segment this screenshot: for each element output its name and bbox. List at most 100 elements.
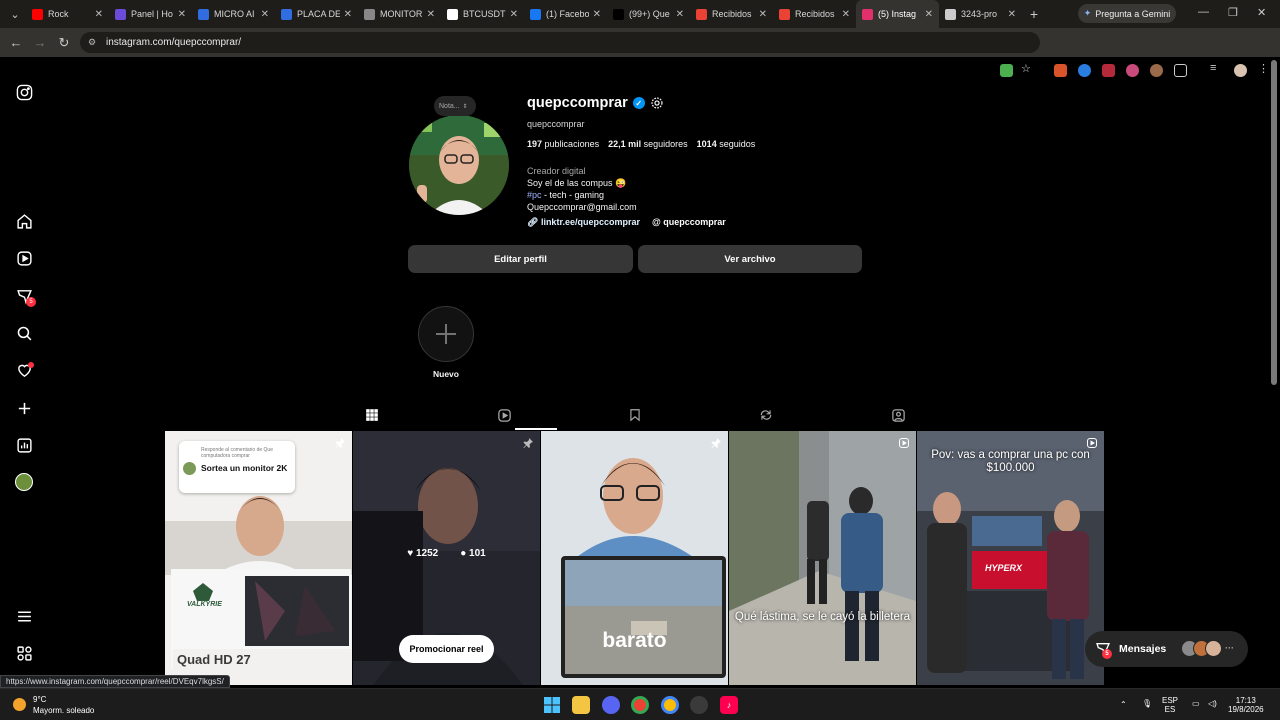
promote-reel-button[interactable]: Promocionar reel bbox=[399, 635, 494, 663]
steam-icon[interactable] bbox=[690, 696, 708, 714]
view-archive-button[interactable]: Ver archivo bbox=[638, 245, 862, 273]
browser-tab[interactable]: Rock ✕ bbox=[26, 0, 109, 28]
reels-icon[interactable] bbox=[14, 248, 34, 268]
site-info-icon[interactable]: ⚙ bbox=[88, 37, 99, 48]
posts-grid-tab-icon[interactable] bbox=[363, 406, 381, 424]
browser-tab[interactable]: (99+) Que ✕ bbox=[607, 0, 690, 28]
also-from-meta-icon[interactable] bbox=[14, 643, 34, 663]
instagram-logo-icon[interactable] bbox=[14, 82, 34, 102]
browser-tab[interactable]: Recibidos ✕ bbox=[773, 0, 856, 28]
browser-tab[interactable]: Panel | Ho ✕ bbox=[109, 0, 192, 28]
note-bubble[interactable]: Nota... ⇕ bbox=[434, 96, 476, 116]
browser-tab[interactable]: 3243-pro ✕ bbox=[939, 0, 1022, 28]
volume-icon[interactable]: ◁) bbox=[1208, 699, 1217, 708]
close-tab-icon[interactable]: ✕ bbox=[676, 9, 684, 20]
microphone-icon[interactable]: 🎙︎ bbox=[1142, 699, 1152, 708]
messenger-icon[interactable]: 5 bbox=[14, 286, 36, 307]
search-icon[interactable] bbox=[14, 323, 34, 343]
post-tile[interactable]: Pov: vas a comprar una pc con $100.000 H… bbox=[917, 431, 1104, 685]
tab-search-icon[interactable]: ⌄ bbox=[4, 4, 26, 24]
chrome-icon[interactable] bbox=[631, 696, 649, 714]
profile-avatar-icon[interactable] bbox=[14, 472, 34, 492]
close-tab-icon[interactable]: ✕ bbox=[925, 9, 933, 20]
close-tab-icon[interactable]: ✕ bbox=[427, 9, 435, 20]
edit-profile-button[interactable]: Editar perfil bbox=[408, 245, 633, 273]
extension-icon[interactable] bbox=[1150, 64, 1163, 77]
browser-tab[interactable]: (5) Instag ✕ bbox=[856, 0, 939, 28]
language-indicator[interactable]: ESP ES bbox=[1162, 696, 1178, 714]
tagged-tab-icon[interactable] bbox=[889, 406, 907, 424]
settings-gear-icon[interactable] bbox=[650, 96, 664, 110]
profile-avatar-icon[interactable] bbox=[1234, 64, 1247, 77]
reload-button[interactable]: ↻ bbox=[52, 35, 76, 51]
close-tab-icon[interactable]: ✕ bbox=[1008, 9, 1016, 20]
maximize-button[interactable]: ❐ bbox=[1228, 6, 1238, 19]
threads-link[interactable]: @ quepccomprar bbox=[652, 217, 726, 228]
post-tile[interactable]: Responde al comentario de Que computador… bbox=[165, 431, 352, 685]
page-scrollbar[interactable] bbox=[1271, 60, 1277, 385]
gemini-button[interactable]: ✦ Pregunta a Gemini bbox=[1078, 4, 1176, 23]
browser-tab[interactable]: Recibidos ✕ bbox=[690, 0, 773, 28]
extension-icon[interactable] bbox=[1078, 64, 1091, 77]
network-icon[interactable]: ▭ bbox=[1192, 699, 1200, 708]
back-button[interactable]: ← bbox=[4, 35, 28, 50]
reels-tab-icon[interactable] bbox=[495, 406, 513, 424]
windows-start-icon[interactable] bbox=[543, 696, 561, 714]
browser-tab[interactable]: PLACA DE ✕ bbox=[275, 0, 358, 28]
close-tab-icon[interactable]: ✕ bbox=[178, 9, 186, 20]
browser-tab[interactable]: (1) Facebo ✕ bbox=[524, 0, 607, 28]
close-tab-icon[interactable]: ✕ bbox=[759, 9, 767, 20]
close-tab-icon[interactable]: ✕ bbox=[95, 9, 103, 20]
close-tab-icon[interactable]: ✕ bbox=[593, 9, 601, 20]
browser-menu-icon[interactable]: ⋮ bbox=[1258, 62, 1271, 75]
close-tab-icon[interactable]: ✕ bbox=[510, 9, 518, 20]
browser-toolbar: ← → ↻ ⚙ instagram.com/quepccomprar/ ☆ ≡ … bbox=[0, 28, 1280, 77]
posts-count[interactable]: 197 publicaciones bbox=[527, 139, 599, 149]
dashboard-insights-icon[interactable] bbox=[14, 435, 34, 455]
reposts-tab-icon[interactable] bbox=[757, 406, 775, 424]
messages-button[interactable]: 5 Mensajes ··· bbox=[1085, 631, 1248, 667]
close-window-button[interactable]: ✕ bbox=[1257, 6, 1266, 19]
saved-tab-icon[interactable] bbox=[626, 406, 644, 424]
following-count[interactable]: 1014 seguidos bbox=[697, 139, 756, 149]
profile-avatar[interactable] bbox=[409, 115, 509, 215]
post-caption: Pov: vas a comprar una pc con $100.000 bbox=[931, 449, 1090, 474]
new-tab-button[interactable]: + bbox=[1022, 6, 1046, 22]
create-plus-icon[interactable] bbox=[14, 398, 34, 418]
heart-notifications-icon[interactable] bbox=[14, 360, 34, 380]
clock[interactable]: 17:13 19/8/2026 bbox=[1228, 696, 1264, 714]
extensions-puzzle-icon[interactable] bbox=[1174, 64, 1187, 77]
chrome-profile-icon[interactable] bbox=[661, 696, 679, 714]
bookmark-star-icon[interactable]: ☆ bbox=[1021, 62, 1034, 75]
screen-share-icon[interactable] bbox=[1000, 64, 1013, 77]
close-tab-icon[interactable]: ✕ bbox=[344, 9, 352, 20]
followers-count[interactable]: 22,1 mil seguidores bbox=[608, 139, 688, 149]
external-link[interactable]: 🔗︎ linktr.ee/quepccomprar bbox=[527, 217, 640, 228]
bio-hashtag[interactable]: #pc bbox=[527, 190, 542, 200]
tiktok-icon[interactable]: ♪ bbox=[720, 696, 738, 714]
browser-tab[interactable]: MICRO AI ✕ bbox=[192, 0, 275, 28]
post-tile[interactable]: barato bbox=[541, 431, 728, 685]
extension-icon[interactable] bbox=[1126, 64, 1139, 77]
browser-tab[interactable]: BTCUSDT ✕ bbox=[441, 0, 524, 28]
close-tab-icon[interactable]: ✕ bbox=[842, 9, 850, 20]
more-menu-icon[interactable] bbox=[14, 606, 34, 626]
tray-chevron-icon[interactable]: ⌃ bbox=[1120, 700, 1127, 709]
close-tab-icon[interactable]: ✕ bbox=[261, 9, 269, 20]
reading-list-icon[interactable]: ≡ bbox=[1210, 62, 1223, 75]
forward-button[interactable]: → bbox=[28, 35, 52, 50]
post-tile[interactable]: ♥ 1252 ● 101 Promocionar reel bbox=[353, 431, 540, 685]
home-icon[interactable] bbox=[14, 211, 34, 231]
minimize-button[interactable]: — bbox=[1198, 6, 1209, 18]
new-story-button[interactable] bbox=[418, 306, 474, 362]
extension-icon[interactable] bbox=[1102, 64, 1115, 77]
monitor-label: Quad HD 27 bbox=[177, 652, 251, 667]
browser-tab[interactable]: MONITOR ✕ bbox=[358, 0, 441, 28]
extension-icon[interactable] bbox=[1054, 64, 1067, 77]
weather-widget[interactable]: 9°C Mayorm. soleado bbox=[13, 694, 94, 716]
post-tile[interactable]: Qué lástima, se le cayó la billetera bbox=[729, 431, 916, 685]
discord-icon[interactable] bbox=[602, 696, 620, 714]
file-explorer-icon[interactable] bbox=[572, 696, 590, 714]
address-bar[interactable]: ⚙ instagram.com/quepccomprar/ bbox=[80, 32, 1040, 53]
clock-time: 17:13 bbox=[1235, 696, 1256, 705]
